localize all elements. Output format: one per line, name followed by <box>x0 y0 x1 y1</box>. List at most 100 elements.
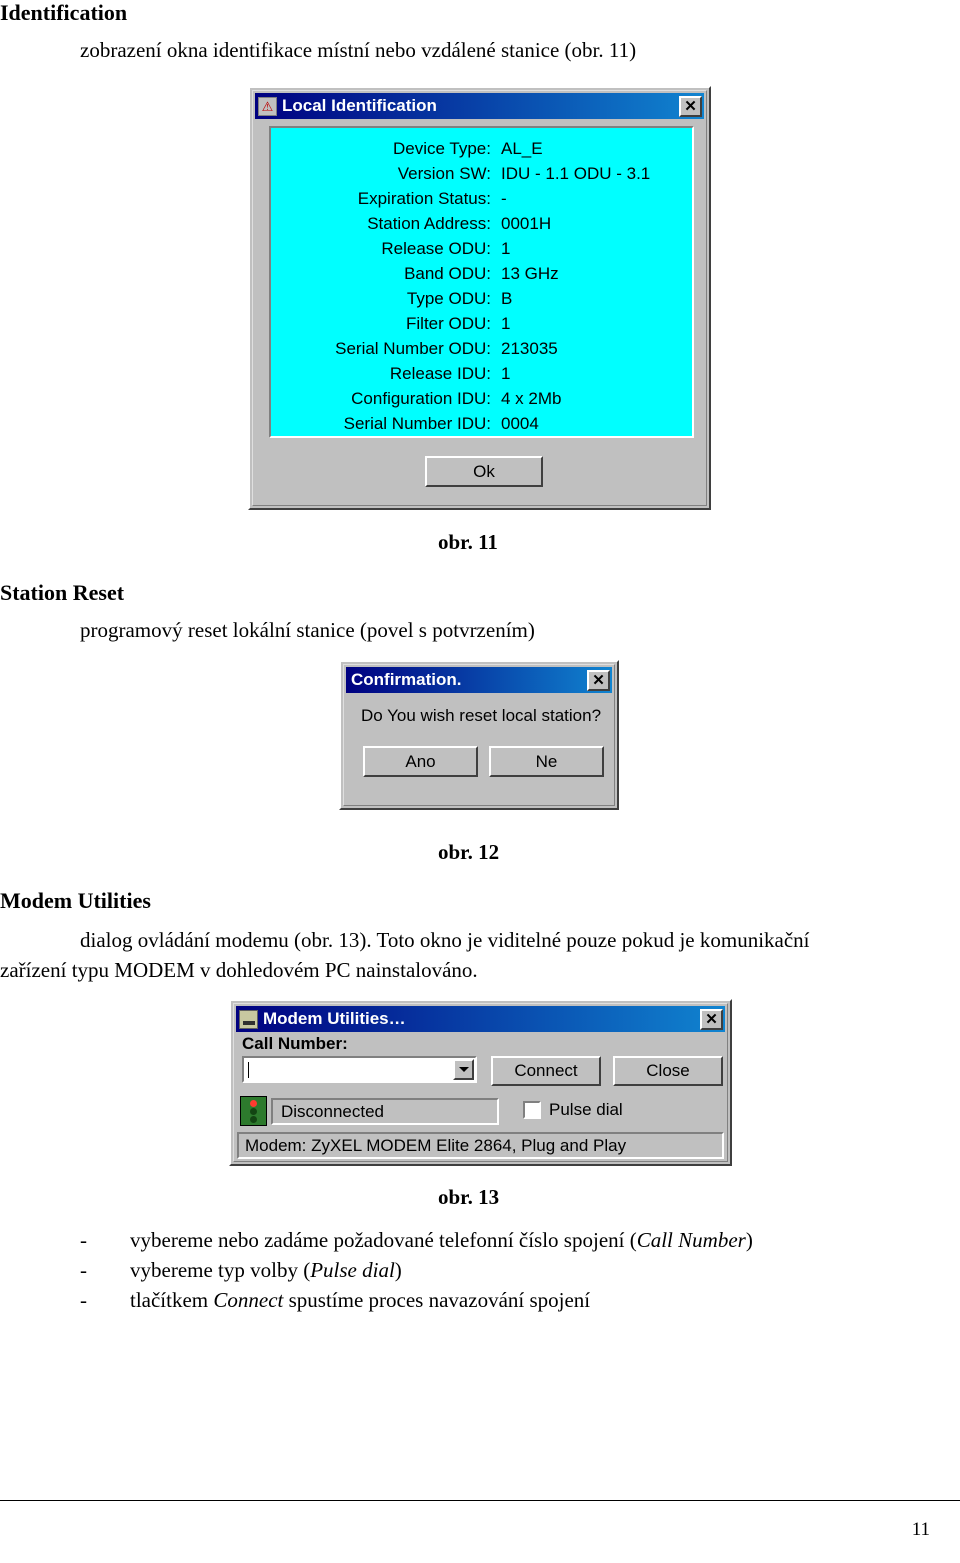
ident-label: Version SW: <box>397 163 491 183</box>
ident-label: Filter ODU: <box>406 313 491 333</box>
titlebar-title: Confirmation. <box>351 670 462 689</box>
traffic-light-green <box>250 1115 257 1123</box>
ident-row: Type ODU: B <box>271 286 692 311</box>
bullet-text-before: vybereme nebo zadáme požadované telefonn… <box>130 1228 637 1252</box>
chevron-down-glyph <box>458 1067 469 1072</box>
titlebar-title: Local Identification <box>282 96 437 115</box>
ident-row: Release IDU: 1 <box>271 361 692 386</box>
ident-value: 0001H <box>501 213 552 233</box>
ident-value: 1 <box>501 313 511 333</box>
ident-value: AL_E <box>501 138 543 158</box>
ident-row: Filter ODU: 1 <box>271 311 692 336</box>
bullet-text-italic: Connect <box>213 1288 284 1312</box>
section-text-identification: zobrazení okna identifikace místní nebo … <box>80 38 637 62</box>
pulse-dial-label: Pulse dial <box>549 1100 623 1119</box>
ident-row: Release ODU: 1 <box>271 236 692 261</box>
section-text-station-reset: programový reset lokální stanice (povel … <box>80 618 535 642</box>
ident-label: Serial Number IDU: <box>343 413 491 433</box>
connect-button[interactable]: Connect <box>491 1056 601 1086</box>
section-title-station-reset: Station Reset <box>0 580 125 605</box>
bullet-text-italic: Pulse dial <box>310 1258 395 1282</box>
ident-value: 213035 <box>501 338 558 358</box>
ident-label: Device Type: <box>393 138 491 158</box>
close-icon[interactable]: ✕ <box>587 669 610 691</box>
connect-button-label: Connect <box>514 1061 578 1080</box>
modem-icon <box>239 1009 258 1029</box>
confirmation-dialog: Confirmation. ✕ Do You wish reset local … <box>339 660 619 810</box>
close-icon[interactable]: ✕ <box>700 1008 723 1030</box>
ident-value: B <box>501 288 513 308</box>
ident-label: Release IDU: <box>389 363 491 383</box>
call-number-label: Call Number: <box>242 1034 348 1053</box>
document-page: Identification zobrazení okna identifika… <box>0 0 960 1563</box>
bullet-text-after: spustíme proces navazování spojení <box>283 1288 591 1312</box>
warning-icon: ⚠ <box>258 96 277 116</box>
ok-button-label: Ok <box>473 461 495 481</box>
page-number: 11 <box>911 1519 930 1540</box>
ident-label: Station Address: <box>367 213 491 233</box>
bullet-text-before: tlačítkem <box>130 1288 214 1312</box>
identification-values-panel: Device Type: AL_E Version SW: IDU - 1.1 … <box>269 126 694 438</box>
section-text-modem-line2: zařízení typu MODEM v dohledovém PC nain… <box>0 958 478 982</box>
modem-utilities-dialog: Modem Utilities… ✕ Call Number: Connect … <box>229 999 732 1166</box>
pulse-dial-option[interactable]: Pulse dial <box>523 1100 623 1120</box>
list-item: - vybereme nebo zadáme požadované telefo… <box>80 1225 940 1255</box>
bullet-text: vybereme typ volby (Pulse dial) <box>130 1255 940 1285</box>
bullet-text: tlačítkem Connect spustíme proces navazo… <box>130 1285 940 1315</box>
ident-row: Configuration IDU: 4 x 2Mb <box>271 386 692 411</box>
traffic-light-red <box>250 1099 257 1107</box>
ident-row: Band ODU: 13 GHz <box>271 261 692 286</box>
confirmation-message: Do You wish reset local station? <box>361 706 602 725</box>
yes-button-label: Ano <box>405 751 436 771</box>
bullet-dash: - <box>80 1288 87 1312</box>
no-button[interactable]: Ne <box>489 746 604 777</box>
bullet-text-after: ) <box>394 1258 402 1282</box>
ident-label: Configuration IDU: <box>351 388 491 408</box>
ident-row: Version SW: IDU - 1.1 ODU - 3.1 <box>271 161 692 186</box>
ident-row: Serial Number ODU: 213035 <box>271 336 692 361</box>
pulse-dial-checkbox[interactable] <box>523 1101 541 1119</box>
call-number-input[interactable] <box>242 1056 477 1083</box>
text-cursor <box>248 1061 249 1078</box>
modem-info-statusbar: Modem: ZyXEL MODEM Elite 2864, Plug and … <box>237 1132 724 1159</box>
ident-value: 13 GHz <box>501 263 559 283</box>
ident-row: Expiration Status: - <box>271 186 692 211</box>
figure-caption-12: obr. 12 <box>438 840 500 864</box>
ident-row: Serial Number IDU: 0004 <box>271 411 692 436</box>
bullet-dash: - <box>80 1228 87 1252</box>
ident-label: Expiration Status: <box>357 188 491 208</box>
ident-value: 1 <box>501 238 511 258</box>
connection-status: Disconnected <box>271 1098 499 1125</box>
local-identification-dialog: ⚠ Local Identification ✕ Device Type: AL… <box>248 86 711 510</box>
yes-button[interactable]: Ano <box>363 746 478 777</box>
ident-value: - <box>501 188 507 208</box>
traffic-light-icon <box>240 1096 267 1126</box>
list-item: - tlačítkem Connect spustíme proces nava… <box>80 1285 940 1315</box>
bullet-text-after: ) <box>745 1228 753 1252</box>
close-button[interactable]: Close <box>613 1056 723 1086</box>
section-title-modem-utilities: Modem Utilities <box>0 888 151 913</box>
bullet-text-italic: Call Number <box>636 1228 746 1252</box>
ok-button[interactable]: Ok <box>425 456 543 487</box>
figure-caption-13: obr. 13 <box>438 1185 500 1209</box>
bullet-text: vybereme nebo zadáme požadované telefonn… <box>130 1225 940 1255</box>
traffic-light-yellow <box>250 1107 257 1115</box>
ident-value: 4 x 2Mb <box>501 388 562 408</box>
titlebar-local-identification: ⚠ Local Identification ✕ <box>255 93 704 119</box>
bullet-dash: - <box>80 1258 87 1282</box>
figure-caption-11: obr. 11 <box>438 530 498 554</box>
ident-label: Release ODU: <box>381 238 491 258</box>
ident-label: Serial Number ODU: <box>335 338 491 358</box>
section-title-identification: Identification <box>0 0 128 25</box>
close-icon[interactable]: ✕ <box>679 95 702 117</box>
ident-value: 1 <box>501 363 511 383</box>
ident-value: IDU - 1.1 ODU - 3.1 <box>501 163 651 183</box>
titlebar-modem-utilities: Modem Utilities… ✕ <box>236 1006 725 1032</box>
list-item: - vybereme typ volby (Pulse dial) <box>80 1255 940 1285</box>
chevron-down-icon[interactable] <box>453 1059 474 1080</box>
titlebar-confirmation: Confirmation. ✕ <box>346 667 612 693</box>
no-button-label: Ne <box>535 751 558 771</box>
footer-divider <box>0 1500 960 1501</box>
bullet-text-before: vybereme typ volby ( <box>130 1258 311 1282</box>
bullet-list: - vybereme nebo zadáme požadované telefo… <box>80 1225 940 1315</box>
